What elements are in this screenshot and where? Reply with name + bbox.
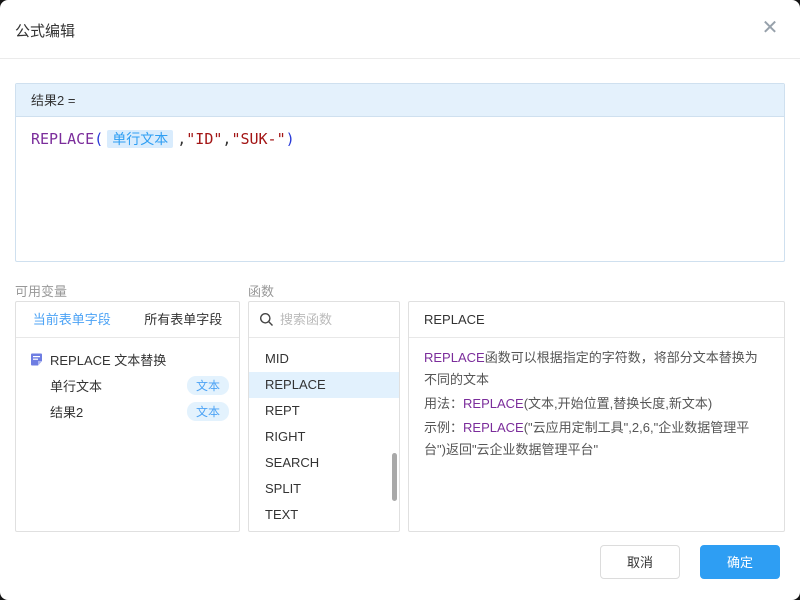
function-search-row (249, 302, 399, 338)
description-text: 用法： (424, 396, 464, 411)
tab-all-form-fields[interactable]: 所有表单字段 (128, 302, 240, 337)
search-icon (260, 313, 273, 326)
variable-name: 结果2 (50, 404, 84, 420)
formula-comma: , (177, 130, 187, 148)
formula-string-arg: "ID" (186, 130, 223, 148)
variable-name: 单行文本 (50, 378, 103, 394)
function-list: MID REPLACE REPT RIGHT SEARCH SPLIT TEXT… (249, 338, 399, 531)
description-example-line: 示例：REPLACE("云应用定制工具",2,6,"企业数据管理平台")返回"云… (424, 417, 769, 461)
formula-open-paren: ( (94, 130, 104, 148)
function-item[interactable]: SPLIT (249, 476, 399, 502)
function-item[interactable]: REPT (249, 398, 399, 424)
variables-section-label: 可用变量 (15, 284, 68, 299)
formula-close-paren: ) (285, 130, 295, 148)
function-item[interactable]: SEARCH (249, 450, 399, 476)
tab-current-form-fields[interactable]: 当前表单字段 (16, 302, 128, 337)
form-file-icon (31, 353, 42, 365)
variable-group-label: REPLACE 文本替换 (50, 352, 167, 368)
variable-type-badge: 文本 (186, 375, 229, 395)
description-text: (文本,开始位置,替换长度,新文本) (523, 396, 713, 411)
function-description-title: REPLACE (409, 302, 784, 338)
close-icon[interactable]: ✕ (758, 16, 782, 40)
description-keyword: REPLACE (424, 350, 485, 365)
description-keyword: REPLACE (463, 396, 524, 411)
confirm-button[interactable]: 确定 (700, 545, 780, 579)
functions-section-label: 函数 (248, 284, 275, 299)
formula-editor[interactable]: REPLACE(单行文本 ,"ID","SUK-") (16, 117, 784, 261)
function-description-panel: REPLACE REPLACE函数可以根据指定的字符数，将部分文本替换为不同的文… (408, 301, 785, 532)
function-item-selected[interactable]: REPLACE (249, 372, 399, 398)
variables-tabs: 当前表单字段 所有表单字段 (16, 302, 239, 338)
formula-edit-dialog: 公式编辑 ✕ 结果2 = REPLACE(单行文本 ,"ID","SUK-") 可… (0, 0, 800, 600)
formula-function-name: REPLACE (31, 130, 95, 148)
description-text: 示例： (424, 420, 464, 435)
function-item[interactable]: TEXT (249, 502, 399, 528)
functions-panel: MID REPLACE REPT RIGHT SEARCH SPLIT TEXT… (248, 301, 400, 532)
function-item[interactable]: RIGHT (249, 424, 399, 450)
description-usage-line: 用法：REPLACE(文本,开始位置,替换长度,新文本) (424, 393, 769, 415)
formula-field-token[interactable]: 单行文本 (107, 130, 174, 148)
variable-row[interactable]: 单行文本 文本 (16, 372, 239, 398)
function-list-scrollbar[interactable] (392, 453, 397, 501)
dialog-title: 公式编辑 (15, 23, 76, 40)
variables-panel: 当前表单字段 所有表单字段 REPLACE 文本替换 单行文本 文本 结果2 文… (15, 301, 240, 532)
function-item[interactable]: TRIM (249, 528, 399, 531)
function-item[interactable]: MID (249, 346, 399, 372)
variables-list: REPLACE 文本替换 单行文本 文本 结果2 文本 (16, 338, 239, 424)
function-description-body: REPLACE函数可以根据指定的字符数，将部分文本替换为不同的文本 用法：REP… (409, 338, 784, 472)
search-functions-input[interactable] (280, 312, 389, 327)
variable-row[interactable]: 结果2 文本 (16, 398, 239, 424)
description-keyword: REPLACE (463, 420, 524, 435)
description-line: REPLACE函数可以根据指定的字符数，将部分文本替换为不同的文本 (424, 347, 769, 391)
variable-type-badge: 文本 (186, 401, 229, 421)
formula-string-arg: "SUK-" (231, 130, 286, 148)
cancel-button[interactable]: 取消 (600, 545, 680, 579)
variable-group-row[interactable]: REPLACE 文本替换 (16, 346, 239, 372)
title-divider (0, 58, 800, 59)
formula-result-label: 结果2 = (16, 84, 784, 117)
formula-box: 结果2 = REPLACE(单行文本 ,"ID","SUK-") (15, 83, 785, 262)
